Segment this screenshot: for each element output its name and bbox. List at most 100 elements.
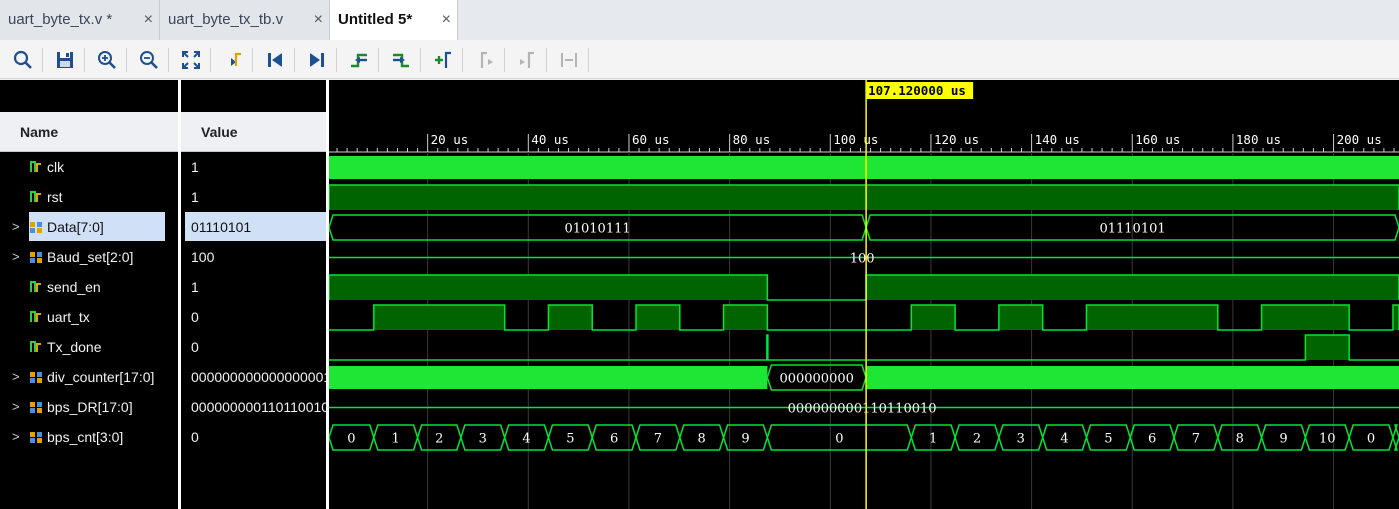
next-transition-icon[interactable] [390,49,412,71]
signal-value-uart-tx[interactable]: 0 [181,302,326,332]
signal-value-tx-done[interactable]: 0 [181,332,326,362]
bps-cnt-bus-segment-label: 1 [392,432,400,447]
next-marker-icon [516,49,538,71]
ruler-tick-label: 120 us [934,132,979,147]
uart-tx-high-fill [548,305,593,330]
signal-name: Data[7:0] [47,219,104,235]
expand-chevron-icon[interactable]: > [12,212,20,242]
go-to-time-zero-icon[interactable] [264,49,286,71]
ruler-tick-label: 180 us [1236,132,1281,147]
close-icon[interactable]: × [144,0,153,40]
baud-set-label: 100 [850,252,875,267]
data-bus-segment-label: 01010111 [564,222,630,237]
search-icon[interactable] [12,49,34,71]
waveform-canvas[interactable]: 20 us 40 us 60 us 80 us 100 us 120 us 140 us 16… [329,80,1399,509]
ruler-tick-label: 140 us [1035,132,1080,147]
bps-cnt-bus-segment-label: 8 [1236,432,1244,447]
ruler-tick-label: 20 us [431,132,469,147]
div-counter-bus-segment-label: 000000000 [779,372,853,387]
tab-uart-byte-tx-v[interactable]: uart_byte_tx.v * × [0,0,160,40]
signal-row-rst[interactable]: rst [0,182,178,212]
bps-cnt-bus-segment-label: 1 [929,432,937,447]
signal-name: send_en [47,279,101,295]
signal-row-send-en[interactable]: send_en [0,272,178,302]
name-column-header[interactable]: Name [0,112,178,152]
signal-row-div-counter[interactable]: > div_counter[17:0] [0,362,178,392]
tab-untitled-5[interactable]: Untitled 5* × [330,0,458,40]
uart-tx-high-fill [998,305,1043,330]
value-column-header[interactable]: Value [181,112,326,152]
bus-signal-icon [30,222,42,233]
uart-tx-high-fill [1392,305,1399,330]
swap-cursors-icon [558,49,580,71]
bps-cnt-bus-segment-label: 6 [610,432,618,447]
go-to-cursor-icon[interactable] [222,49,244,71]
zoom-out-icon[interactable] [138,49,160,71]
previous-transition-icon[interactable] [348,49,370,71]
signal-row-tx-done[interactable]: Tx_done [0,332,178,362]
bps-cnt-bus-segment-label: 3 [479,432,487,447]
uart-tx-high-fill [1086,305,1218,330]
bps-cnt-bus-segment-label: 7 [654,432,662,447]
close-icon[interactable]: × [442,0,451,40]
bps-cnt-bus-segment-label: 0 [835,432,843,447]
zoom-fit-icon[interactable] [180,49,202,71]
div-counter-bus-dense-fill [866,366,1399,389]
go-to-last-time-icon[interactable] [306,49,328,71]
signal-value-div-counter[interactable]: 000000000000000001 [181,362,326,392]
expand-chevron-icon[interactable]: > [12,392,20,422]
ruler-tick-label: 100 us [833,132,878,147]
ruler-tick-label: 60 us [632,132,670,147]
signal-name: uart_tx [47,309,90,325]
waveform-toolbar [0,40,1399,79]
expand-chevron-icon[interactable]: > [12,242,20,272]
zoom-in-icon[interactable] [96,49,118,71]
rst-high-fill [329,185,1399,210]
signal-name: bps_cnt[3:0] [47,429,124,445]
signal-row-data[interactable]: > Data[7:0] [0,212,178,242]
bps-cnt-bus-segment-label: 0 [1367,432,1375,447]
tab-label: uart_byte_tx_tb.v [168,11,284,28]
expand-chevron-icon[interactable]: > [12,362,20,392]
signal-value-rst[interactable]: 1 [181,182,326,212]
signal-value-send-en[interactable]: 1 [181,272,326,302]
clk-dense-fill [329,156,1399,179]
ruler-tick-label: 160 us [1135,132,1180,147]
bus-signal-icon [30,372,42,383]
add-marker-icon[interactable] [432,49,454,71]
signal-row-baud-set[interactable]: > Baud_set[2:0] [0,242,178,272]
signal-row-bps-cnt[interactable]: > bps_cnt[3:0] [0,422,178,452]
bit-signal-icon [30,281,41,292]
signal-value-baud-set[interactable]: 100 [181,242,326,272]
uart-tx-high-fill [636,305,680,330]
bus-signal-icon [30,402,42,413]
ruler-tick-label: 80 us [733,132,771,147]
save-icon[interactable] [54,49,76,71]
ruler-tick-label: 40 us [531,132,569,147]
signal-name-pane: Name clk rst > Data[7:0] > Baud_set[2:0] s… [0,80,178,509]
uart-tx-high-fill [723,305,768,330]
uart-tx-high-fill [1261,305,1350,330]
bps-cnt-bus-segment-label: 2 [435,432,443,447]
signal-name: rst [47,189,63,205]
bps-cnt-bus-segment-label: 5 [1104,432,1112,447]
signal-row-uart-tx[interactable]: uart_tx [0,302,178,332]
expand-chevron-icon[interactable]: > [12,422,20,452]
signal-name: bps_DR[17:0] [47,399,133,415]
signal-value-data[interactable]: 01110101 [185,212,326,241]
signal-value-clk[interactable]: 1 [181,152,326,182]
signal-row-clk[interactable]: clk [0,152,178,182]
tab-uart-byte-tx-tb-v[interactable]: uart_byte_tx_tb.v × [160,0,330,40]
signal-row-bps-dr[interactable]: > bps_DR[17:0] [0,392,178,422]
signal-value-bps-dr[interactable]: 000000000110110010 [181,392,326,422]
signal-name: Baud_set[2:0] [47,249,134,265]
bit-signal-icon [30,161,41,172]
bps-cnt-bus-segment-label: 9 [1279,432,1287,447]
bps-dr-label: 000000000110110010 [788,402,937,417]
bps-cnt-bus-segment-label: 8 [698,432,706,447]
bps-cnt-bus-segment-label: 0 [347,432,355,447]
bps-cnt-bus-segment-label: 10 [1319,432,1336,447]
bit-signal-icon [30,191,41,202]
close-icon[interactable]: × [314,0,323,40]
signal-value-bps-cnt[interactable]: 0 [181,422,326,452]
